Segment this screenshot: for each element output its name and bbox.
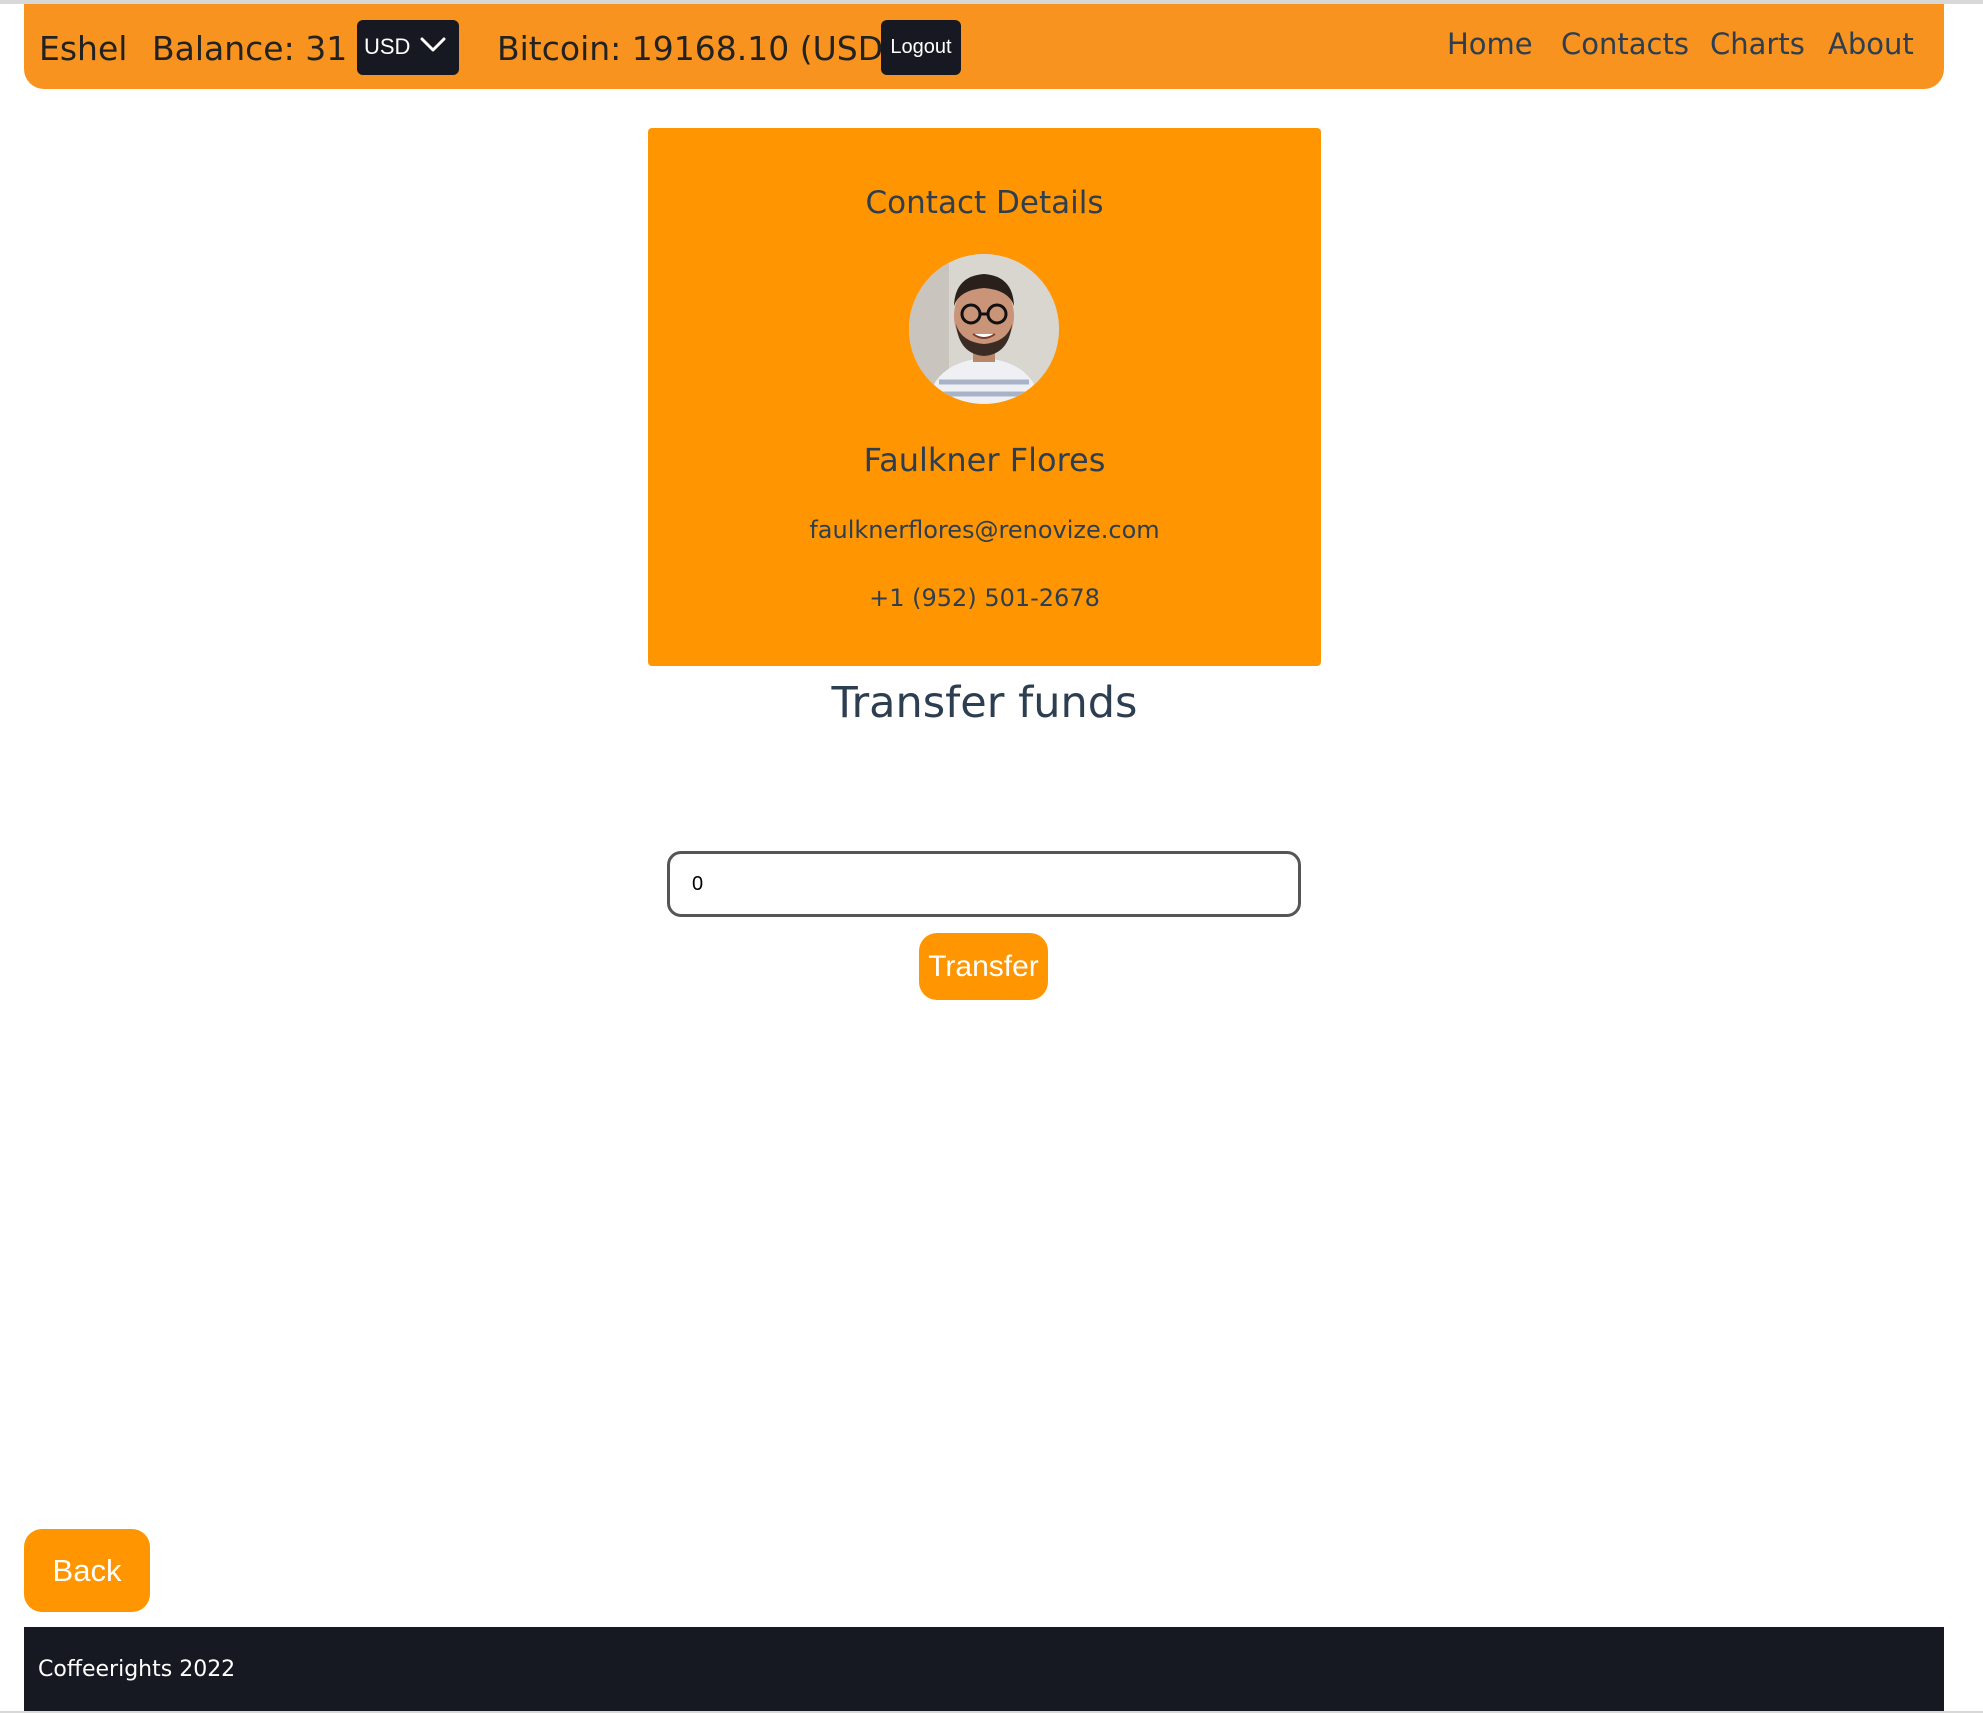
logout-button[interactable]: Logout [881,20,961,75]
avatar [909,254,1059,404]
footer: Coffeerights 2022 [24,1627,1944,1713]
transfer-heading: Transfer funds [831,678,1138,728]
avatar-photo [909,254,1059,404]
nav-link-home[interactable]: Home [1447,27,1533,61]
card-title: Contact Details [865,185,1104,221]
nav-link-contacts[interactable]: Contacts [1561,27,1689,61]
contact-name: Faulkner Flores [863,441,1106,479]
back-button[interactable]: Back [24,1529,150,1612]
nav-link-about[interactable]: About [1828,27,1914,61]
contact-details-card: Contact Details Faulkner Flores faulkner… [648,128,1321,666]
bitcoin-rate: Bitcoin: 19168.10 (USD) [497,29,896,68]
transfer-button[interactable]: Transfer [919,933,1048,1000]
currency-selected-value: USD [364,34,411,59]
transfer-amount-input[interactable] [667,851,1301,917]
currency-select[interactable]: USD [357,20,459,75]
footer-copyright: Coffeerights 2022 [38,1657,236,1682]
top-navbar: Eshel Balance: 31 USD Bitcoin: 19168.10 … [24,4,1944,89]
user-name: Eshel [39,29,128,68]
nav-link-charts[interactable]: Charts [1710,27,1805,61]
contact-phone: +1 (952) 501-2678 [869,584,1100,612]
contact-email: faulknerflores@renovize.com [809,516,1160,544]
chevron-down-icon [420,35,446,59]
balance-label: Balance: 31 [152,29,348,68]
